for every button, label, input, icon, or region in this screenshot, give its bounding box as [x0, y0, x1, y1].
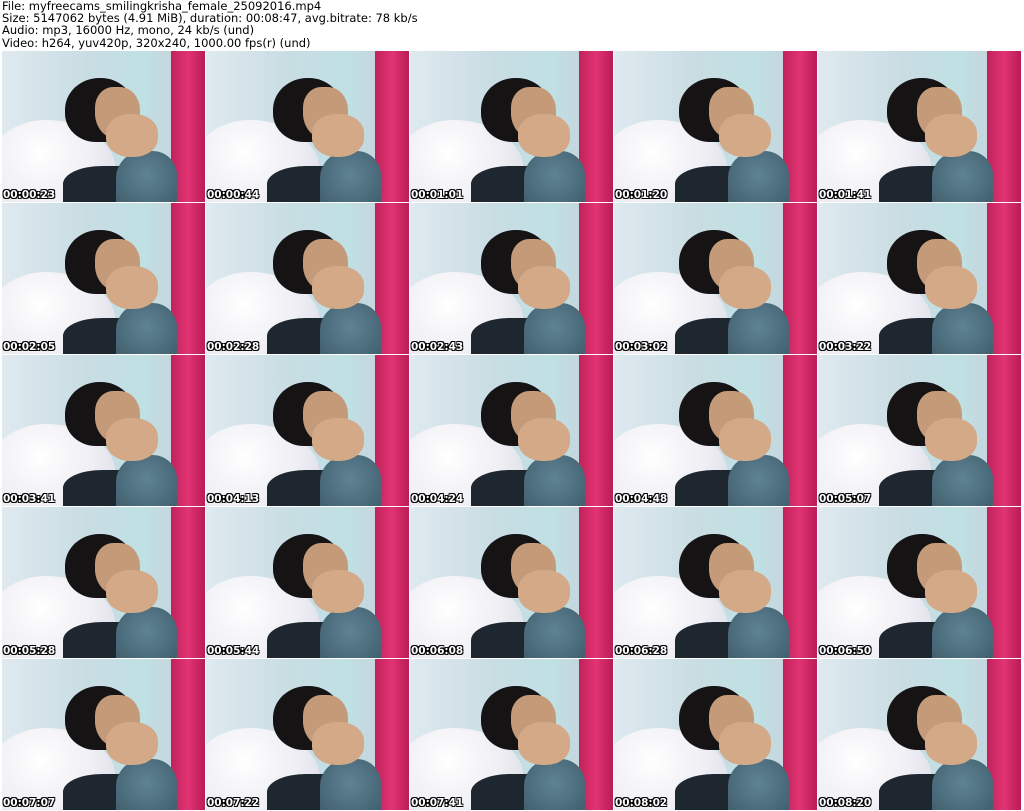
thumbnail-timestamp: 00:01:41: [819, 189, 872, 201]
thumbnail-timestamp: 00:06:50: [819, 645, 872, 657]
thumbnail-timestamp: 00:07:22: [207, 797, 260, 809]
video-thumbnail: 00:03:02: [614, 203, 817, 354]
thumbnail-timestamp: 00:03:22: [819, 341, 872, 353]
video-thumbnail: 00:07:41: [410, 659, 613, 810]
video-thumbnail: 00:04:13: [206, 355, 409, 506]
thumbnail-timestamp: 00:08:02: [615, 797, 668, 809]
file-info-header: File: myfreecams_smilingkrisha_female_25…: [2, 0, 418, 49]
video-info: Video: h264, yuv420p, 320x240, 1000.00 f…: [2, 35, 311, 50]
thumbnail-timestamp: 00:03:41: [3, 493, 56, 505]
thumbnail-timestamp: 00:08:20: [819, 797, 872, 809]
video-thumbnail: 00:04:48: [614, 355, 817, 506]
video-thumbnail: 00:08:20: [818, 659, 1021, 810]
video-thumbnail: 00:00:23: [2, 51, 205, 202]
thumbnail-timestamp: 00:05:44: [207, 645, 260, 657]
video-thumbnail: 00:03:22: [818, 203, 1021, 354]
video-thumbnail: 00:06:08: [410, 507, 613, 658]
thumbnail-timestamp: 00:07:41: [411, 797, 464, 809]
video-thumbnail: 00:05:44: [206, 507, 409, 658]
video-thumbnail: 00:01:01: [410, 51, 613, 202]
video-thumbnail: 00:00:44: [206, 51, 409, 202]
video-thumbnail: 00:01:20: [614, 51, 817, 202]
video-thumbnail: 00:04:24: [410, 355, 613, 506]
thumbnail-timestamp: 00:04:13: [207, 493, 260, 505]
thumbnail-timestamp: 00:04:48: [615, 493, 668, 505]
video-thumbnail: 00:07:07: [2, 659, 205, 810]
video-thumbnail: 00:01:41: [818, 51, 1021, 202]
thumbnail-timestamp: 00:00:23: [3, 189, 56, 201]
thumbnail-timestamp: 00:01:20: [615, 189, 668, 201]
audio-info: Audio: mp3, 16000 Hz, mono, 24 kb/s (und…: [2, 23, 255, 38]
video-thumbnail: 00:05:28: [2, 507, 205, 658]
video-thumbnail: 00:03:41: [2, 355, 205, 506]
video-thumbnail: 00:07:22: [206, 659, 409, 810]
thumbnail-timestamp: 00:02:43: [411, 341, 464, 353]
thumbnail-timestamp: 00:05:28: [3, 645, 56, 657]
video-thumbnail: 00:08:02: [614, 659, 817, 810]
video-thumbnail: 00:06:50: [818, 507, 1021, 658]
video-thumbnail: 00:05:07: [818, 355, 1021, 506]
thumbnail-grid: 00:00:23 00:00:44 00:01:01 00:01:20 00:01:41…: [2, 51, 1022, 811]
thumbnail-timestamp: 00:06:28: [615, 645, 668, 657]
thumbnail-timestamp: 00:04:24: [411, 493, 464, 505]
video-thumbnail: 00:02:28: [206, 203, 409, 354]
thumbnail-timestamp: 00:06:08: [411, 645, 464, 657]
video-thumbnail: 00:02:43: [410, 203, 613, 354]
thumbnail-timestamp: 00:02:05: [3, 341, 56, 353]
thumbnail-timestamp: 00:01:01: [411, 189, 464, 201]
thumbnail-timestamp: 00:07:07: [3, 797, 56, 809]
thumbnail-timestamp: 00:03:02: [615, 341, 668, 353]
thumbnail-timestamp: 00:02:28: [207, 341, 260, 353]
thumbnail-timestamp: 00:00:44: [207, 189, 260, 201]
video-thumbnail: 00:02:05: [2, 203, 205, 354]
video-thumbnail: 00:06:28: [614, 507, 817, 658]
thumbnail-timestamp: 00:05:07: [819, 493, 872, 505]
